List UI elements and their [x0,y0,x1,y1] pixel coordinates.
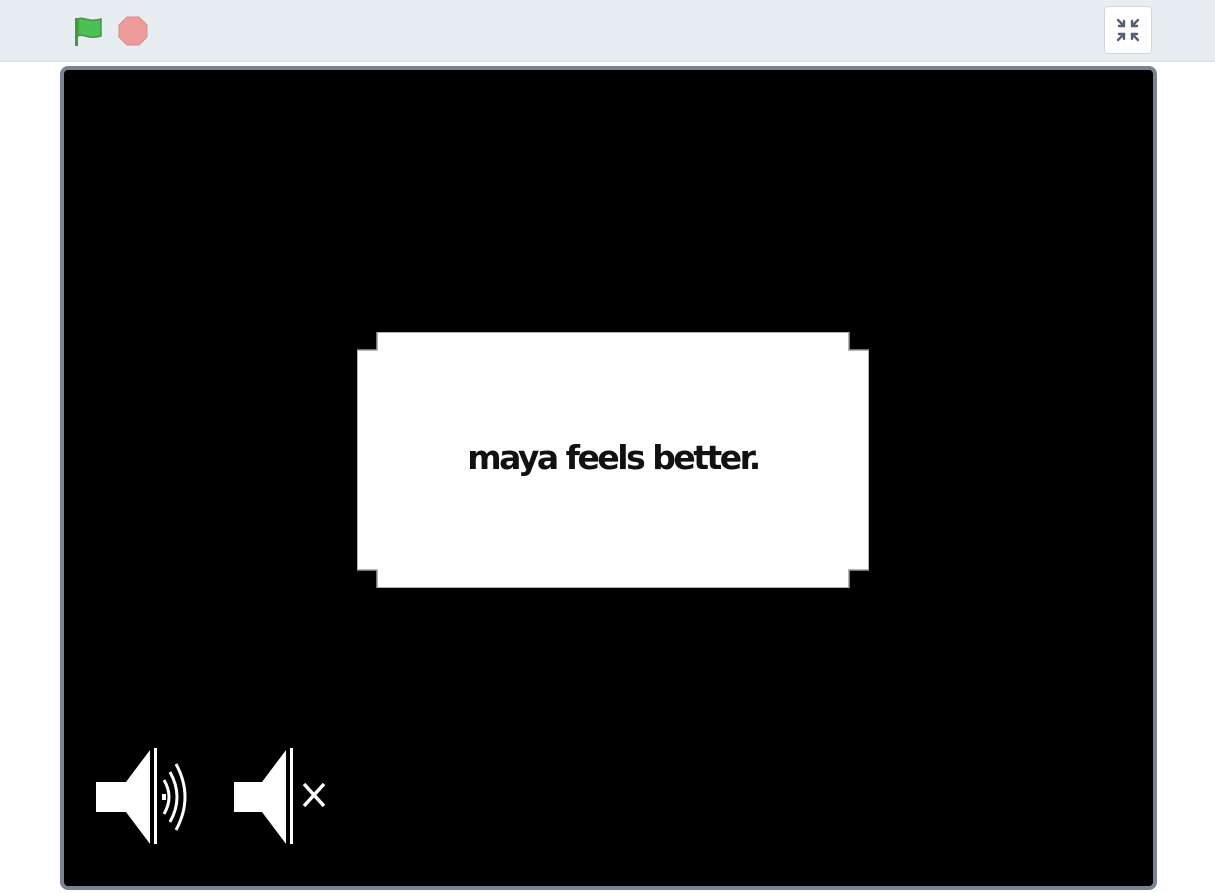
dialog-box: maya feels better. [357,332,869,588]
unfullscreen-icon [1116,18,1140,42]
stop-button[interactable] [114,12,152,50]
unfullscreen-button[interactable] [1104,6,1152,54]
green-flag-icon [75,17,102,46]
dialog-text: maya feels better. [467,438,761,477]
stage[interactable]: maya feels better. [60,66,1157,890]
sound-off-button[interactable] [230,746,334,846]
green-flag-button[interactable] [68,12,106,50]
stop-sign-icon [118,16,148,46]
player-toolbar [0,0,1215,62]
sound-on-button[interactable] [90,746,200,846]
speaker-mute-icon [234,748,326,844]
speaker-on-icon [96,748,187,844]
